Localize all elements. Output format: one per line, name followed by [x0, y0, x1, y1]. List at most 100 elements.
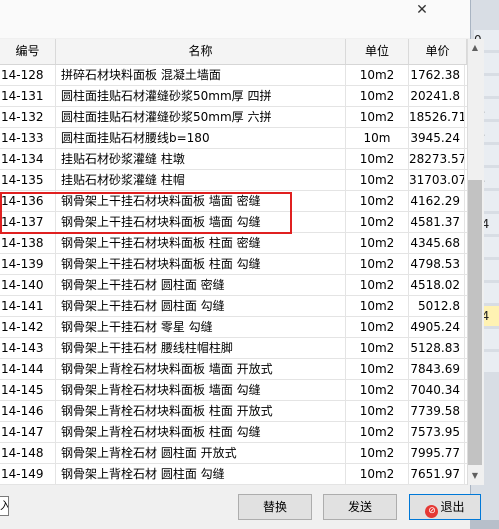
table-row[interactable]: 14-148 钢骨架上背栓石材 圆柱面 开放式 10m2 7995.77: [0, 443, 467, 464]
scroll-up-icon[interactable]: ▲: [468, 41, 482, 55]
cell-price: 5012.8: [409, 296, 465, 316]
cell-unit: 10m2: [346, 317, 409, 337]
cell-name: 钢骨架上干挂石材 圆柱面 密缝: [56, 275, 346, 295]
cell-unit: 10m2: [346, 380, 409, 400]
table-row[interactable]: 14-136 钢骨架上干挂石材块料面板 墙面 密缝 10m2 4162.29: [0, 191, 467, 212]
table-row[interactable]: 14-131 圆柱面挂贴石材灌缝砂浆50mm厚 四拼 10m2 20241.8: [0, 86, 467, 107]
search-input[interactable]: 入: [0, 496, 9, 516]
cell-name: 钢骨架上干挂石材块料面板 墙面 密缝: [56, 191, 346, 211]
table-row[interactable]: 14-137 钢骨架上干挂石材块料面板 墙面 勾缝 10m2 4581.37: [0, 212, 467, 233]
table-row[interactable]: 14-144 钢骨架上背栓石材块料面板 墙面 开放式 10m2 7843.69: [0, 359, 467, 380]
column-header-unit[interactable]: 单位: [346, 39, 409, 64]
cell-unit: 10m2: [346, 422, 409, 442]
cell-unit: 10m2: [346, 149, 409, 169]
column-header-name[interactable]: 名称: [56, 39, 346, 64]
cell-code: 14-142: [0, 317, 56, 337]
cell-code: 14-135: [0, 170, 56, 190]
table-row[interactable]: 14-132 圆柱面挂贴石材灌缝砂浆50mm厚 六拼 10m2 18526.71: [0, 107, 467, 128]
cell-code: 14-133: [0, 128, 56, 148]
cell-unit: 10m2: [346, 401, 409, 421]
cell-name: 钢骨架上干挂石材块料面板 柱面 勾缝: [56, 254, 346, 274]
cell-unit: 10m2: [346, 170, 409, 190]
table-row[interactable]: 14-140 钢骨架上干挂石材 圆柱面 密缝 10m2 4518.02: [0, 275, 467, 296]
scrollbar-thumb[interactable]: [468, 180, 482, 465]
table-row[interactable]: 14-139 钢骨架上干挂石材块料面板 柱面 勾缝 10m2 4798.53: [0, 254, 467, 275]
cell-name: 钢骨架上干挂石材块料面板 墙面 勾缝: [56, 212, 346, 232]
exit-button[interactable]: ⊘ 退出: [409, 494, 481, 520]
cell-code: 14-131: [0, 86, 56, 106]
close-icon[interactable]: ✕: [414, 2, 430, 20]
cell-price: 4345.68: [409, 233, 465, 253]
table-row[interactable]: 14-143 钢骨架上干挂石材 腰线柱帽柱脚 10m2 5128.83: [0, 338, 467, 359]
table-row[interactable]: 14-138 钢骨架上干挂石材块料面板 柱面 密缝 10m2 4345.68: [0, 233, 467, 254]
cell-code: 14-138: [0, 233, 56, 253]
cell-name: 挂贴石材砂浆灌缝 柱墩: [56, 149, 346, 169]
table-row[interactable]: 14-141 钢骨架上干挂石材 圆柱面 勾缝 10m2 5012.8: [0, 296, 467, 317]
cell-code: 14-137: [0, 212, 56, 232]
cell-name: 圆柱面挂贴石材灌缝砂浆50mm厚 六拼: [56, 107, 346, 127]
table-row[interactable]: 14-145 钢骨架上背栓石材块料面板 墙面 勾缝 10m2 7040.34: [0, 380, 467, 401]
cell-unit: 10m2: [346, 191, 409, 211]
table-row[interactable]: 14-142 钢骨架上干挂石材 零星 勾缝 10m2 4905.24: [0, 317, 467, 338]
cell-unit: 10m2: [346, 443, 409, 463]
table-row[interactable]: 14-134 挂贴石材砂浆灌缝 柱墩 10m2 28273.57: [0, 149, 467, 170]
cell-name: 钢骨架上干挂石材块料面板 柱面 密缝: [56, 233, 346, 253]
cell-price: 7739.58: [409, 401, 465, 421]
cell-name: 钢骨架上背栓石材 圆柱面 勾缝: [56, 464, 346, 484]
cell-name: 挂贴石材砂浆灌缝 柱帽: [56, 170, 346, 190]
cell-name: 拼碎石材块料面板 混凝土墙面: [56, 65, 346, 85]
scroll-down-icon[interactable]: ▼: [468, 469, 482, 483]
exit-button-label: 退出: [440, 500, 465, 514]
cell-price: 1762.38: [409, 65, 465, 85]
cell-code: 14-140: [0, 275, 56, 295]
background-scrollbar: [470, 520, 499, 529]
cell-name: 钢骨架上背栓石材 圆柱面 开放式: [56, 443, 346, 463]
cell-code: 14-128: [0, 65, 56, 85]
cell-price: 7040.34: [409, 380, 465, 400]
cell-price: 7573.95: [409, 422, 465, 442]
cell-code: 14-139: [0, 254, 56, 274]
cell-name: 钢骨架上背栓石材块料面板 墙面 勾缝: [56, 380, 346, 400]
cell-unit: 10m2: [346, 107, 409, 127]
cell-name: 钢骨架上背栓石材块料面板 柱面 勾缝: [56, 422, 346, 442]
table-row[interactable]: 14-147 钢骨架上背栓石材块料面板 柱面 勾缝 10m2 7573.95: [0, 422, 467, 443]
table-row[interactable]: 14-135 挂贴石材砂浆灌缝 柱帽 10m2 31703.07: [0, 170, 467, 191]
cell-price: 4798.53: [409, 254, 465, 274]
cell-price: 7651.97: [409, 464, 465, 484]
send-button[interactable]: 发送: [323, 494, 397, 520]
table-row[interactable]: 14-133 圆柱面挂贴石材腰线b=180 10m 3945.24: [0, 128, 467, 149]
cell-unit: 10m2: [346, 296, 409, 316]
cell-unit: 10m2: [346, 254, 409, 274]
cell-price: 20241.8: [409, 86, 465, 106]
cell-code: 14-147: [0, 422, 56, 442]
cell-unit: 10m2: [346, 212, 409, 232]
cell-code: 14-149: [0, 464, 56, 484]
cell-price: 7995.77: [409, 443, 465, 463]
cell-price: 4162.29: [409, 191, 465, 211]
cell-code: 14-144: [0, 359, 56, 379]
cell-name: 钢骨架上干挂石材 圆柱面 勾缝: [56, 296, 346, 316]
cell-unit: 10m2: [346, 338, 409, 358]
cell-price: 5128.83: [409, 338, 465, 358]
cell-code: 14-141: [0, 296, 56, 316]
cell-code: 14-148: [0, 443, 56, 463]
cell-code: 14-132: [0, 107, 56, 127]
cell-name: 钢骨架上背栓石材块料面板 墙面 开放式: [56, 359, 346, 379]
table-row[interactable]: 14-146 钢骨架上背栓石材块料面板 柱面 开放式 10m2 7739.58: [0, 401, 467, 422]
column-header-price[interactable]: 单价: [409, 39, 467, 64]
cell-unit: 10m2: [346, 233, 409, 253]
cell-unit: 10m2: [346, 65, 409, 85]
cell-price: 4518.02: [409, 275, 465, 295]
dialog-title-bar: [0, 0, 470, 38]
cell-name: 钢骨架上背栓石材块料面板 柱面 开放式: [56, 401, 346, 421]
table-header: 编号 名称 单位 单价: [0, 39, 467, 65]
cell-name: 圆柱面挂贴石材腰线b=180: [56, 128, 346, 148]
table-row[interactable]: 14-128 拼碎石材块料面板 混凝土墙面 10m2 1762.38: [0, 65, 467, 86]
exit-icon: ⊘: [425, 505, 439, 518]
cell-unit: 10m2: [346, 359, 409, 379]
table-row[interactable]: 14-149 钢骨架上背栓石材 圆柱面 勾缝 10m2 7651.97: [0, 464, 467, 485]
cell-price: 28273.57: [409, 149, 465, 169]
cell-price: 4581.37: [409, 212, 465, 232]
column-header-code[interactable]: 编号: [0, 39, 56, 64]
replace-button[interactable]: 替换: [238, 494, 312, 520]
